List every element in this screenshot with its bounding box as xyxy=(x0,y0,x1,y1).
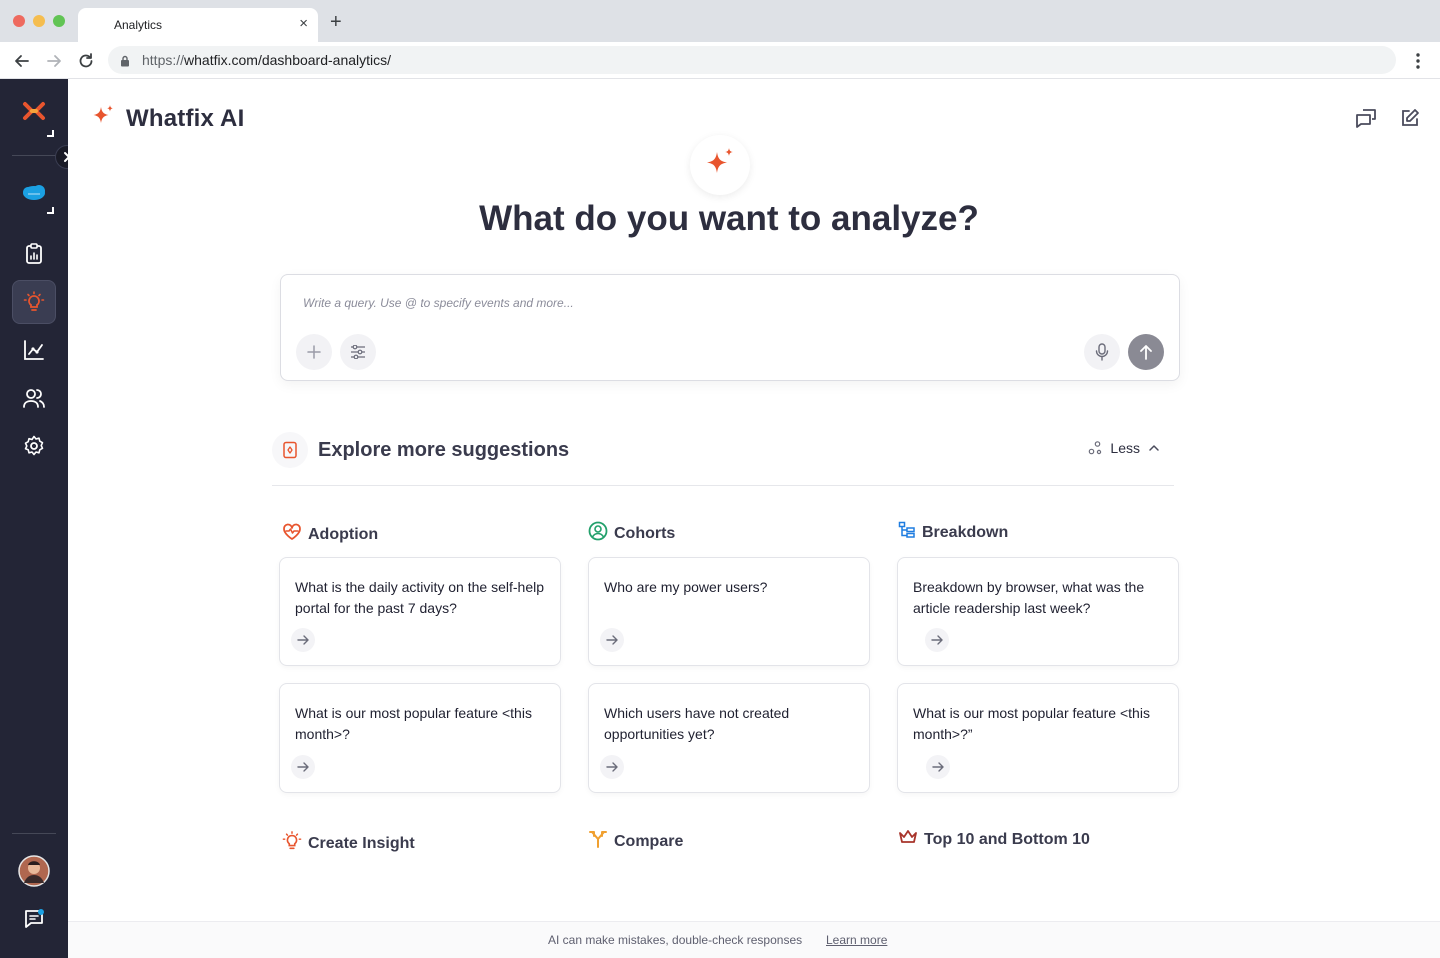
category-adoption: Adoption xyxy=(282,523,378,546)
microphone-icon xyxy=(1095,343,1109,361)
lightbulb-icon xyxy=(282,831,302,856)
category-title: Create Insight xyxy=(308,834,415,852)
learn-more-link[interactable]: Learn more xyxy=(826,933,887,947)
chat-icon[interactable] xyxy=(12,897,56,941)
nodes-icon xyxy=(1089,441,1102,455)
toggle-suggestions-button[interactable]: Less xyxy=(1088,440,1160,456)
lightbulb-icon[interactable] xyxy=(12,280,56,324)
footer: AI can make mistakes, double-check respo… xyxy=(68,921,1440,958)
suggestion-card[interactable]: Which users have not created opportuniti… xyxy=(588,683,870,793)
send-button[interactable] xyxy=(1128,334,1164,370)
toggle-label: Less xyxy=(1110,440,1140,456)
suggestion-card[interactable]: Who are my power users? xyxy=(588,557,870,666)
explore-suggestions-header: Explore more suggestions Less xyxy=(272,430,1174,486)
category-create-insight: Create Insight xyxy=(282,831,415,856)
reload-icon[interactable] xyxy=(76,51,96,71)
category-cohorts: Cohorts xyxy=(588,521,675,546)
sliders-icon xyxy=(351,345,365,359)
hierarchy-icon xyxy=(898,521,916,544)
sparkle-icon xyxy=(90,103,116,134)
split-arrow-icon xyxy=(588,829,608,854)
address-bar[interactable]: https://whatfix.com/dashboard-analytics/ xyxy=(108,46,1396,74)
edit-icon[interactable] xyxy=(1398,106,1422,130)
corner-marker xyxy=(47,130,54,137)
filter-settings-button[interactable] xyxy=(340,334,376,370)
suggestion-card[interactable]: What is our most popular feature <this m… xyxy=(897,683,1179,793)
arrow-right-icon xyxy=(600,755,624,779)
arrow-right-icon xyxy=(291,628,315,652)
category-title: Top 10 and Bottom 10 xyxy=(924,830,1090,848)
rail-divider xyxy=(12,833,56,834)
suggestion-text: Who are my power users? xyxy=(604,579,768,595)
page-title: Whatfix AI xyxy=(126,104,245,132)
chart-line-icon[interactable] xyxy=(12,328,56,372)
query-input[interactable] xyxy=(303,296,1063,310)
chat-history-icon[interactable] xyxy=(1354,106,1378,130)
suggestion-card[interactable]: Breakdown by browser, what was the artic… xyxy=(897,557,1179,666)
back-arrow-icon[interactable] xyxy=(12,51,32,71)
category-compare: Compare xyxy=(588,829,683,854)
main-content: Whatfix AI What do you want to analyze? … xyxy=(68,79,1440,958)
window-minimize-button[interactable] xyxy=(33,15,45,27)
hero-title: What do you want to analyze? xyxy=(479,199,979,238)
category-title: Cohorts xyxy=(614,524,676,542)
microphone-button[interactable] xyxy=(1084,334,1120,370)
url-text: https://whatfix.com/dashboard-analytics/ xyxy=(142,52,392,68)
suggestion-text: What is our most popular feature <this m… xyxy=(295,705,532,742)
arrow-up-icon xyxy=(1140,345,1152,360)
category-breakdown: Breakdown xyxy=(898,521,1008,544)
browser-menu-icon[interactable] xyxy=(1412,51,1424,76)
avatar[interactable] xyxy=(12,849,56,893)
heart-pulse-icon xyxy=(282,523,302,546)
plus-icon xyxy=(307,345,321,359)
crown-icon xyxy=(898,829,918,850)
add-attachment-button[interactable] xyxy=(296,334,332,370)
explore-title: Explore more suggestions xyxy=(318,439,570,461)
window-close-button[interactable] xyxy=(13,15,25,27)
tab-title: Analytics xyxy=(114,18,163,32)
lock-icon xyxy=(120,54,130,72)
whatfix-logo-icon[interactable] xyxy=(12,89,56,133)
suggestion-card[interactable]: What is the daily activity on the self-h… xyxy=(279,557,561,666)
brand-header: Whatfix AI xyxy=(90,103,244,134)
clipboard-report-icon[interactable] xyxy=(12,232,56,276)
suggestion-card-icon xyxy=(272,432,308,468)
suggestion-text: Breakdown by browser, what was the artic… xyxy=(913,579,1145,616)
arrow-right-icon xyxy=(926,755,950,779)
category-title: Adoption xyxy=(308,525,379,543)
suggestion-card[interactable]: What is our most popular feature <this m… xyxy=(279,683,561,793)
hero-sparkle-badge xyxy=(690,135,750,195)
new-tab-button[interactable]: + xyxy=(330,12,342,32)
category-title: Breakdown xyxy=(922,523,1009,541)
forward-arrow-icon[interactable] xyxy=(44,51,64,71)
browser-tab-bar: Analytics × + xyxy=(0,0,1440,42)
sparkle-icon xyxy=(703,146,737,185)
arrow-right-icon xyxy=(291,755,315,779)
chevron-up-icon xyxy=(1149,445,1159,451)
left-navigation-rail xyxy=(0,79,79,958)
suggestion-text: What is the daily activity on the self-h… xyxy=(295,579,545,616)
category-top-bottom: Top 10 and Bottom 10 xyxy=(898,829,1090,850)
suggestion-text: What is our most popular feature <this m… xyxy=(913,705,1150,742)
window-maximize-button[interactable] xyxy=(53,15,65,27)
users-icon[interactable] xyxy=(12,376,56,420)
rail-divider xyxy=(12,155,56,156)
user-circle-icon xyxy=(588,521,608,546)
suggestion-text: Which users have not created opportuniti… xyxy=(604,705,790,742)
query-box xyxy=(280,274,1180,381)
gear-icon[interactable] xyxy=(12,424,56,468)
arrow-right-icon xyxy=(925,628,949,652)
category-title: Compare xyxy=(614,832,684,850)
tab-close-icon[interactable]: × xyxy=(299,15,308,33)
corner-marker xyxy=(47,207,54,214)
ai-disclaimer: AI can make mistakes, double-check respo… xyxy=(548,933,803,947)
browser-toolbar: https://whatfix.com/dashboard-analytics/ xyxy=(0,42,1440,79)
browser-tab[interactable]: Analytics × xyxy=(78,8,318,42)
arrow-right-icon xyxy=(600,628,624,652)
